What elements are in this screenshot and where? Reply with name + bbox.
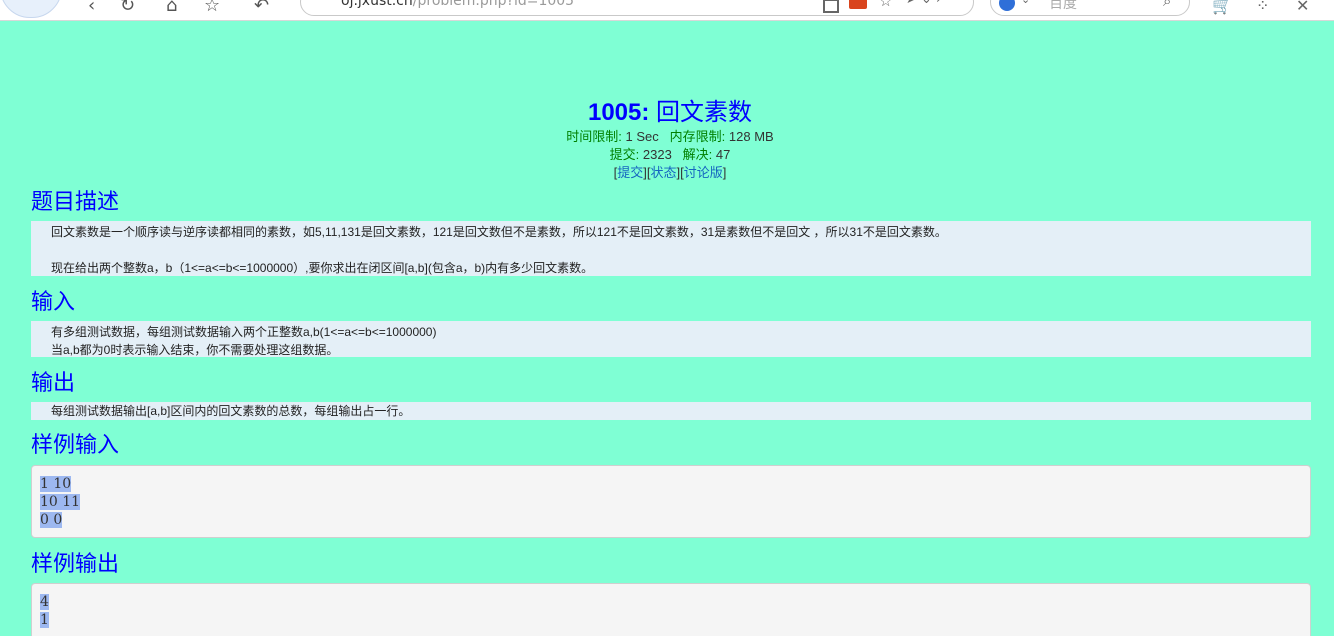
output-content: 每组测试数据输出[a,b]区间内的回文素数的总数，每组输出占一行。 — [31, 402, 1311, 420]
forward-icon[interactable]: ➤ ⌄ › — [906, 0, 941, 7]
url-host: oj.jxust.cn — [341, 0, 413, 9]
extensions-icon[interactable]: ⁘ — [1256, 0, 1269, 15]
problem-id: 1005: — [587, 99, 650, 126]
address-url: oj.jxust.cn/problem.php?id=1005 — [341, 0, 574, 9]
sample-output-heading: 样例输出 — [31, 552, 120, 577]
sample-output-line: 1 — [40, 612, 49, 628]
sample-input-heading: 样例输入 — [31, 433, 120, 458]
description-heading: 题目描述 — [31, 190, 120, 215]
cart-icon[interactable]: 🛒 — [1212, 0, 1232, 15]
memory-limit-value: 128 MB — [728, 129, 774, 144]
undo-close-button[interactable]: ↶ — [254, 0, 269, 16]
stats-line: 提交: 2323 解决: 47 — [0, 146, 1334, 164]
output-heading: 输出 — [31, 371, 76, 396]
input-line: 当a,b都为0时表示输入结束，你不需要处理这组数据。 — [51, 343, 339, 357]
sample-input-box[interactable]: 1 10 10 11 0 0 — [31, 465, 1311, 538]
time-limit-label: 时间限制: — [566, 129, 622, 144]
description-content: 回文素数是一个顺序读与逆序读都相同的素数，如5,11,131是回文素数，121是… — [31, 221, 1311, 276]
sample-input-line: 10 11 — [40, 494, 81, 510]
favorite-button[interactable]: ☆ — [204, 0, 220, 16]
browser-toolbar: ‹ ↻ ⌂ ☆ ↶ oj.jxust.cn/problem.php?id=100… — [0, 0, 1334, 21]
sample-output-line: 4 — [40, 594, 49, 610]
sample-output-box[interactable]: 4 1 — [31, 583, 1311, 636]
sample-input-line: 0 0 — [40, 512, 63, 528]
star-icon[interactable]: ☆ — [879, 0, 892, 10]
home-button[interactable]: ⌂ — [166, 0, 177, 16]
search-placeholder: 百度 — [1049, 0, 1077, 12]
output-line: 每组测试数据输出[a,b]区间内的回文素数的总数，每组输出占一行。 — [51, 404, 411, 418]
input-content: 有多组测试数据，每组测试数据输入两个正整数a,b(1<=a<=b<=100000… — [31, 321, 1311, 357]
memory-limit-label: 内存限制: — [669, 129, 726, 144]
back-button[interactable]: ‹ — [88, 0, 95, 16]
problem-header: 1005: 回文素数 时间限制: 1 Sec 内存限制: 128 MB 提交: … — [0, 98, 1334, 182]
status-link[interactable]: 状态 — [650, 165, 676, 180]
badge-icon[interactable] — [849, 0, 867, 9]
time-limit-value: 1 Sec — [625, 129, 659, 144]
sample-input-line: 1 10 — [40, 476, 72, 492]
submit-link[interactable]: 提交 — [617, 165, 643, 180]
browser-logo — [0, 0, 62, 18]
solved-label: 解决: — [682, 147, 713, 162]
input-heading: 输入 — [31, 290, 76, 315]
refresh-button[interactable]: ↻ — [120, 0, 135, 16]
limits-line: 时间限制: 1 Sec 内存限制: 128 MB — [0, 128, 1334, 146]
qr-code-icon[interactable] — [823, 0, 839, 13]
chevron-down-icon[interactable]: ⌄ — [1021, 0, 1030, 6]
address-bar[interactable]: oj.jxust.cn/problem.php?id=1005 ☆ ➤ ⌄ › — [300, 0, 974, 16]
description-line: 回文素数是一个顺序读与逆序读都相同的素数，如5,11,131是回文素数，121是… — [51, 225, 947, 239]
description-line — [51, 241, 1311, 259]
search-icon[interactable]: ⌕ — [1163, 0, 1171, 10]
solved-value: 47 — [715, 147, 731, 162]
submit-count-label: 提交: — [609, 147, 640, 162]
discuss-link[interactable]: 讨论版 — [684, 165, 723, 180]
input-line: 有多组测试数据，每组测试数据输入两个正整数a,b(1<=a<=b<=100000… — [51, 325, 437, 339]
search-box[interactable]: ⌄ 百度 ⌕ — [990, 0, 1190, 16]
close-icon[interactable]: ✕ — [1296, 0, 1309, 15]
problem-title: 1005: 回文素数 — [0, 98, 1334, 128]
description-line: 现在给出两个整数a，b（1<=a<=b<=1000000）,要你求出在闭区间[a… — [51, 261, 594, 275]
problem-links: [提交][状态][讨论版] — [613, 165, 727, 180]
submit-count-value: 2323 — [642, 147, 672, 162]
search-engine-icon[interactable] — [999, 0, 1015, 11]
problem-name: 回文素数 — [656, 99, 753, 126]
url-path: /problem.php?id=1005 — [412, 0, 575, 9]
